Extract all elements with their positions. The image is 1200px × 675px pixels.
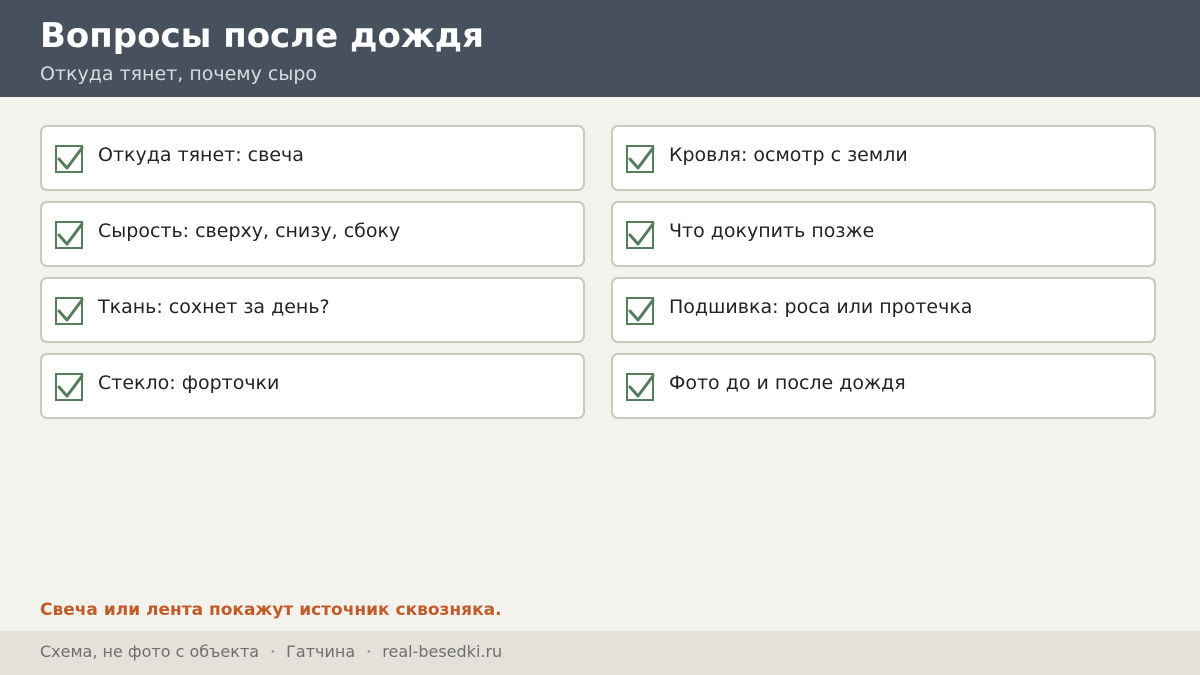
page-subtitle: Откуда тянет, почему сыро [40,63,318,85]
footer-separator: · [270,642,276,661]
checklist-item-label: Что докупить позже [669,220,875,242]
checklist-item[interactable]: Откуда тянет: свеча [40,125,585,191]
page-title: Вопросы после дождя [40,16,484,56]
footer-separator: · [366,642,372,661]
checklist-item-label: Откуда тянет: свеча [98,144,304,166]
checklist-item[interactable]: Фото до и после дождя [611,353,1156,419]
checkbox-checked-icon[interactable] [55,297,84,325]
footer: Схема, не фото с объекта · Гатчина · real-be… [0,631,1200,675]
checkbox-checked-icon[interactable] [626,145,655,173]
checklist-item-label: Сырость: сверху, снизу, сбоку [98,220,401,242]
tip-note: Свеча или лента покажут источник сквозня… [40,600,502,620]
footer-city: Гатчина [286,642,356,661]
checklist-item[interactable]: Стекло: форточки [40,353,585,419]
checkbox-checked-icon[interactable] [55,373,84,401]
checkbox-checked-icon[interactable] [626,373,655,401]
checklist-item[interactable]: Кровля: осмотр с земли [611,125,1156,191]
checklist-item-label: Фото до и после дождя [669,372,906,394]
checklist-item[interactable]: Ткань: сохнет за день? [40,277,585,343]
footer-caption: Схема, не фото с объекта [40,642,260,661]
footer-text: Схема, не фото с объекта · Гатчина · real-be… [40,641,502,663]
checklist-item-label: Ткань: сохнет за день? [98,296,330,318]
checkbox-checked-icon[interactable] [626,297,655,325]
header: Вопросы после дождя Откуда тянет, почему… [0,0,1200,97]
checklist-item[interactable]: Сырость: сверху, снизу, сбоку [40,201,585,267]
checklist-item-label: Стекло: форточки [98,372,280,394]
checkbox-checked-icon[interactable] [55,145,84,173]
checklist-item-label: Подшивка: роса или протечка [669,296,973,318]
checklist-item-label: Кровля: осмотр с земли [669,144,908,166]
checklist-item[interactable]: Подшивка: роса или протечка [611,277,1156,343]
checkbox-checked-icon[interactable] [55,221,84,249]
checklist-grid: Откуда тянет: свеча Кровля: осмотр с зем… [40,125,1156,419]
checklist-item[interactable]: Что докупить позже [611,201,1156,267]
checkbox-checked-icon[interactable] [626,221,655,249]
footer-site: real-besedki.ru [382,642,503,661]
